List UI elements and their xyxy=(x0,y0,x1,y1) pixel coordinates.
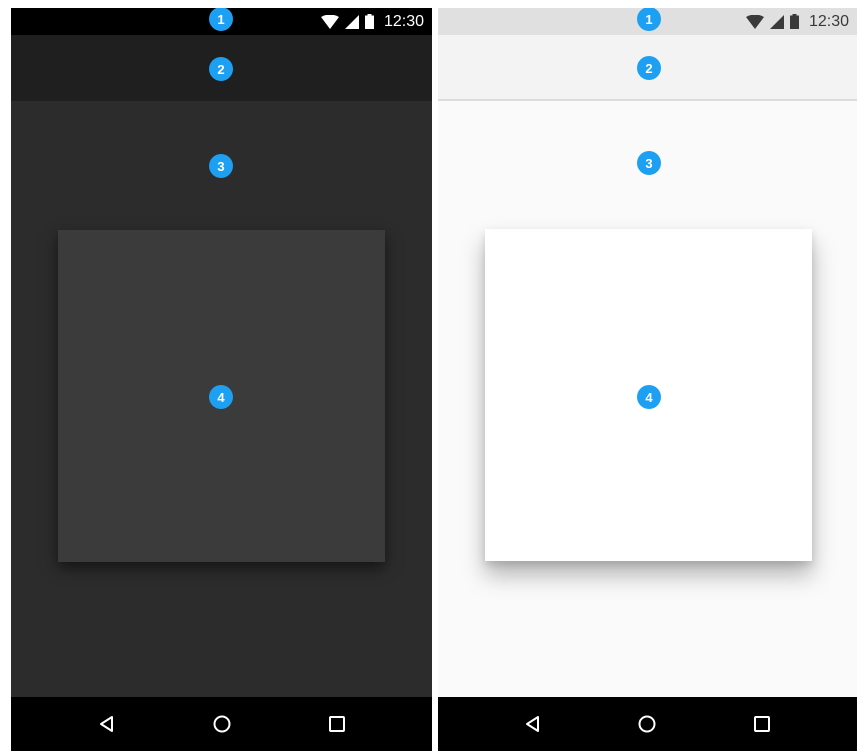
battery-icon xyxy=(789,14,799,29)
home-button[interactable] xyxy=(627,704,667,744)
light-theme-screen: 12:30 1 2 3 4 xyxy=(438,8,857,751)
battery-icon xyxy=(364,14,374,29)
status-icons: 12:30 xyxy=(320,8,424,35)
back-button[interactable] xyxy=(87,704,127,744)
navigation-bar xyxy=(11,697,432,751)
clock: 12:30 xyxy=(383,12,424,30)
signal-icon xyxy=(344,14,359,29)
signal-icon xyxy=(769,14,784,29)
home-icon xyxy=(637,714,657,734)
recents-icon xyxy=(327,714,347,734)
status-icons: 12:30 xyxy=(745,8,849,35)
wifi-icon xyxy=(320,14,339,29)
marker-3: 3 xyxy=(637,151,661,175)
marker-2: 2 xyxy=(637,56,661,80)
marker-4: 4 xyxy=(637,385,661,409)
marker-3: 3 xyxy=(209,154,233,178)
back-icon xyxy=(523,714,543,734)
marker-1: 1 xyxy=(637,8,661,31)
home-icon xyxy=(212,714,232,734)
recents-button[interactable] xyxy=(317,704,357,744)
navigation-bar xyxy=(438,697,857,751)
dark-theme-screen: 12:30 1 2 3 4 xyxy=(11,8,432,751)
back-button[interactable] xyxy=(513,704,553,744)
marker-4: 4 xyxy=(209,385,233,409)
wifi-icon xyxy=(745,14,764,29)
marker-2: 2 xyxy=(209,57,233,81)
home-button[interactable] xyxy=(202,704,242,744)
back-icon xyxy=(97,714,117,734)
clock: 12:30 xyxy=(808,12,849,30)
marker-1: 1 xyxy=(209,8,233,31)
recents-icon xyxy=(752,714,772,734)
recents-button[interactable] xyxy=(742,704,782,744)
